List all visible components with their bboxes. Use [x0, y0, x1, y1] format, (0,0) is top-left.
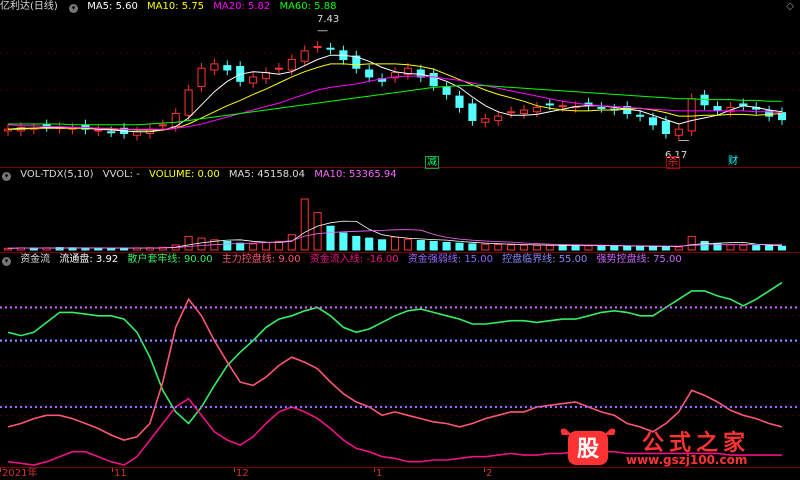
volume-bar [261, 242, 271, 251]
volume-bar [300, 198, 309, 251]
volume-bar [674, 246, 683, 251]
volume-bar [623, 245, 632, 251]
volume-bar [197, 237, 206, 251]
volume-bar [597, 245, 606, 251]
volume-bar [352, 235, 361, 251]
signal-label-2: 杀 [666, 156, 680, 169]
high-price-label: 7.43 [317, 14, 340, 25]
chart-plot-area[interactable] [0, 0, 800, 480]
volume-bar [545, 244, 554, 251]
volume-bar [223, 241, 232, 251]
candle-body [545, 103, 554, 106]
volume-bar [700, 241, 709, 251]
volume-bar [184, 235, 193, 251]
volume-bar [532, 245, 541, 251]
candle-body [94, 129, 103, 132]
candle-body [313, 45, 322, 48]
candle-body [468, 103, 477, 121]
volume-bar [468, 243, 477, 251]
date-label-feb: 2 [486, 468, 493, 479]
candle-body [300, 50, 309, 62]
volume-bar [519, 244, 529, 251]
candle-body [687, 98, 696, 132]
volume-bar [507, 244, 516, 251]
date-label-2021: 2021年 [2, 468, 38, 479]
candle-body [132, 131, 142, 136]
volume-bar [739, 244, 748, 251]
candle-body [519, 109, 529, 115]
date-label-nov: 11 [114, 468, 127, 479]
volume-bar [455, 242, 464, 251]
volume-bar [636, 245, 645, 251]
volume-bar [249, 243, 258, 251]
candle-body [507, 111, 516, 114]
candle-body [210, 63, 219, 71]
volume-bar [481, 243, 490, 251]
candle-body [158, 124, 167, 127]
volume-bar [313, 212, 322, 251]
volume-bar [648, 246, 658, 251]
volume-bar [107, 247, 116, 251]
seal-logo-icon: 股 [560, 428, 616, 465]
volume-bar [416, 239, 425, 251]
retail-trapped-line [7, 281, 783, 425]
candle-body [429, 72, 438, 87]
volume-bar [390, 236, 400, 251]
candle-body [197, 67, 206, 88]
candle-body [532, 106, 541, 113]
candle-body [249, 76, 258, 84]
candle-body [455, 95, 464, 108]
candle-body [481, 118, 490, 123]
candle-body [636, 114, 645, 117]
candle-body [674, 128, 683, 136]
candle-body [287, 59, 296, 71]
candle-body [107, 131, 116, 134]
volume-bar [687, 235, 696, 251]
candle-body [274, 67, 283, 70]
candle-body [494, 115, 503, 121]
volume-bar [777, 245, 787, 251]
volume-bar [94, 247, 103, 251]
candle-body [365, 69, 374, 78]
volume-bar [442, 242, 451, 251]
volume-bar [287, 234, 296, 251]
volume-bar [429, 241, 438, 251]
volume-bar [365, 237, 374, 251]
volume-bar [558, 244, 567, 251]
volume-bar [752, 245, 761, 251]
candle-body [597, 106, 606, 109]
volume-bar [571, 245, 580, 251]
candle-body [223, 65, 232, 71]
volume-bar [339, 232, 348, 251]
volume-bar [726, 244, 735, 251]
candle-body [648, 117, 658, 126]
volume-bar [765, 245, 774, 251]
volume-bar [584, 245, 593, 251]
signal-label-1: 减 [425, 156, 439, 169]
volume-bar [661, 246, 670, 251]
volume-bar [236, 242, 245, 251]
candle-body [184, 89, 193, 116]
volume-bar [326, 225, 335, 251]
chart-window: 亿利达(日线) ▾ MA5: 5.60 MA10: 5.75 MA20: 5.8… [0, 0, 800, 480]
svg-text:股: 股 [577, 437, 599, 462]
candle-body [261, 72, 271, 80]
candle-body [713, 106, 722, 111]
volume-bar [403, 238, 412, 251]
volume-bar [610, 245, 619, 251]
candle-body [326, 47, 335, 50]
watermark-url: www.gszj100.com [626, 453, 748, 467]
candle-body [442, 86, 451, 95]
signal-label-3: 财 [728, 156, 738, 167]
candle-body [661, 120, 670, 135]
date-label-jan: 1 [376, 468, 383, 479]
volume-bar [494, 244, 503, 251]
main-control-line [7, 297, 783, 441]
candle-body [558, 105, 567, 108]
watermark: 股 公式之家 www.gszj100.com [558, 425, 783, 469]
volume-bar [378, 239, 387, 251]
date-label-dec: 12 [236, 468, 249, 479]
